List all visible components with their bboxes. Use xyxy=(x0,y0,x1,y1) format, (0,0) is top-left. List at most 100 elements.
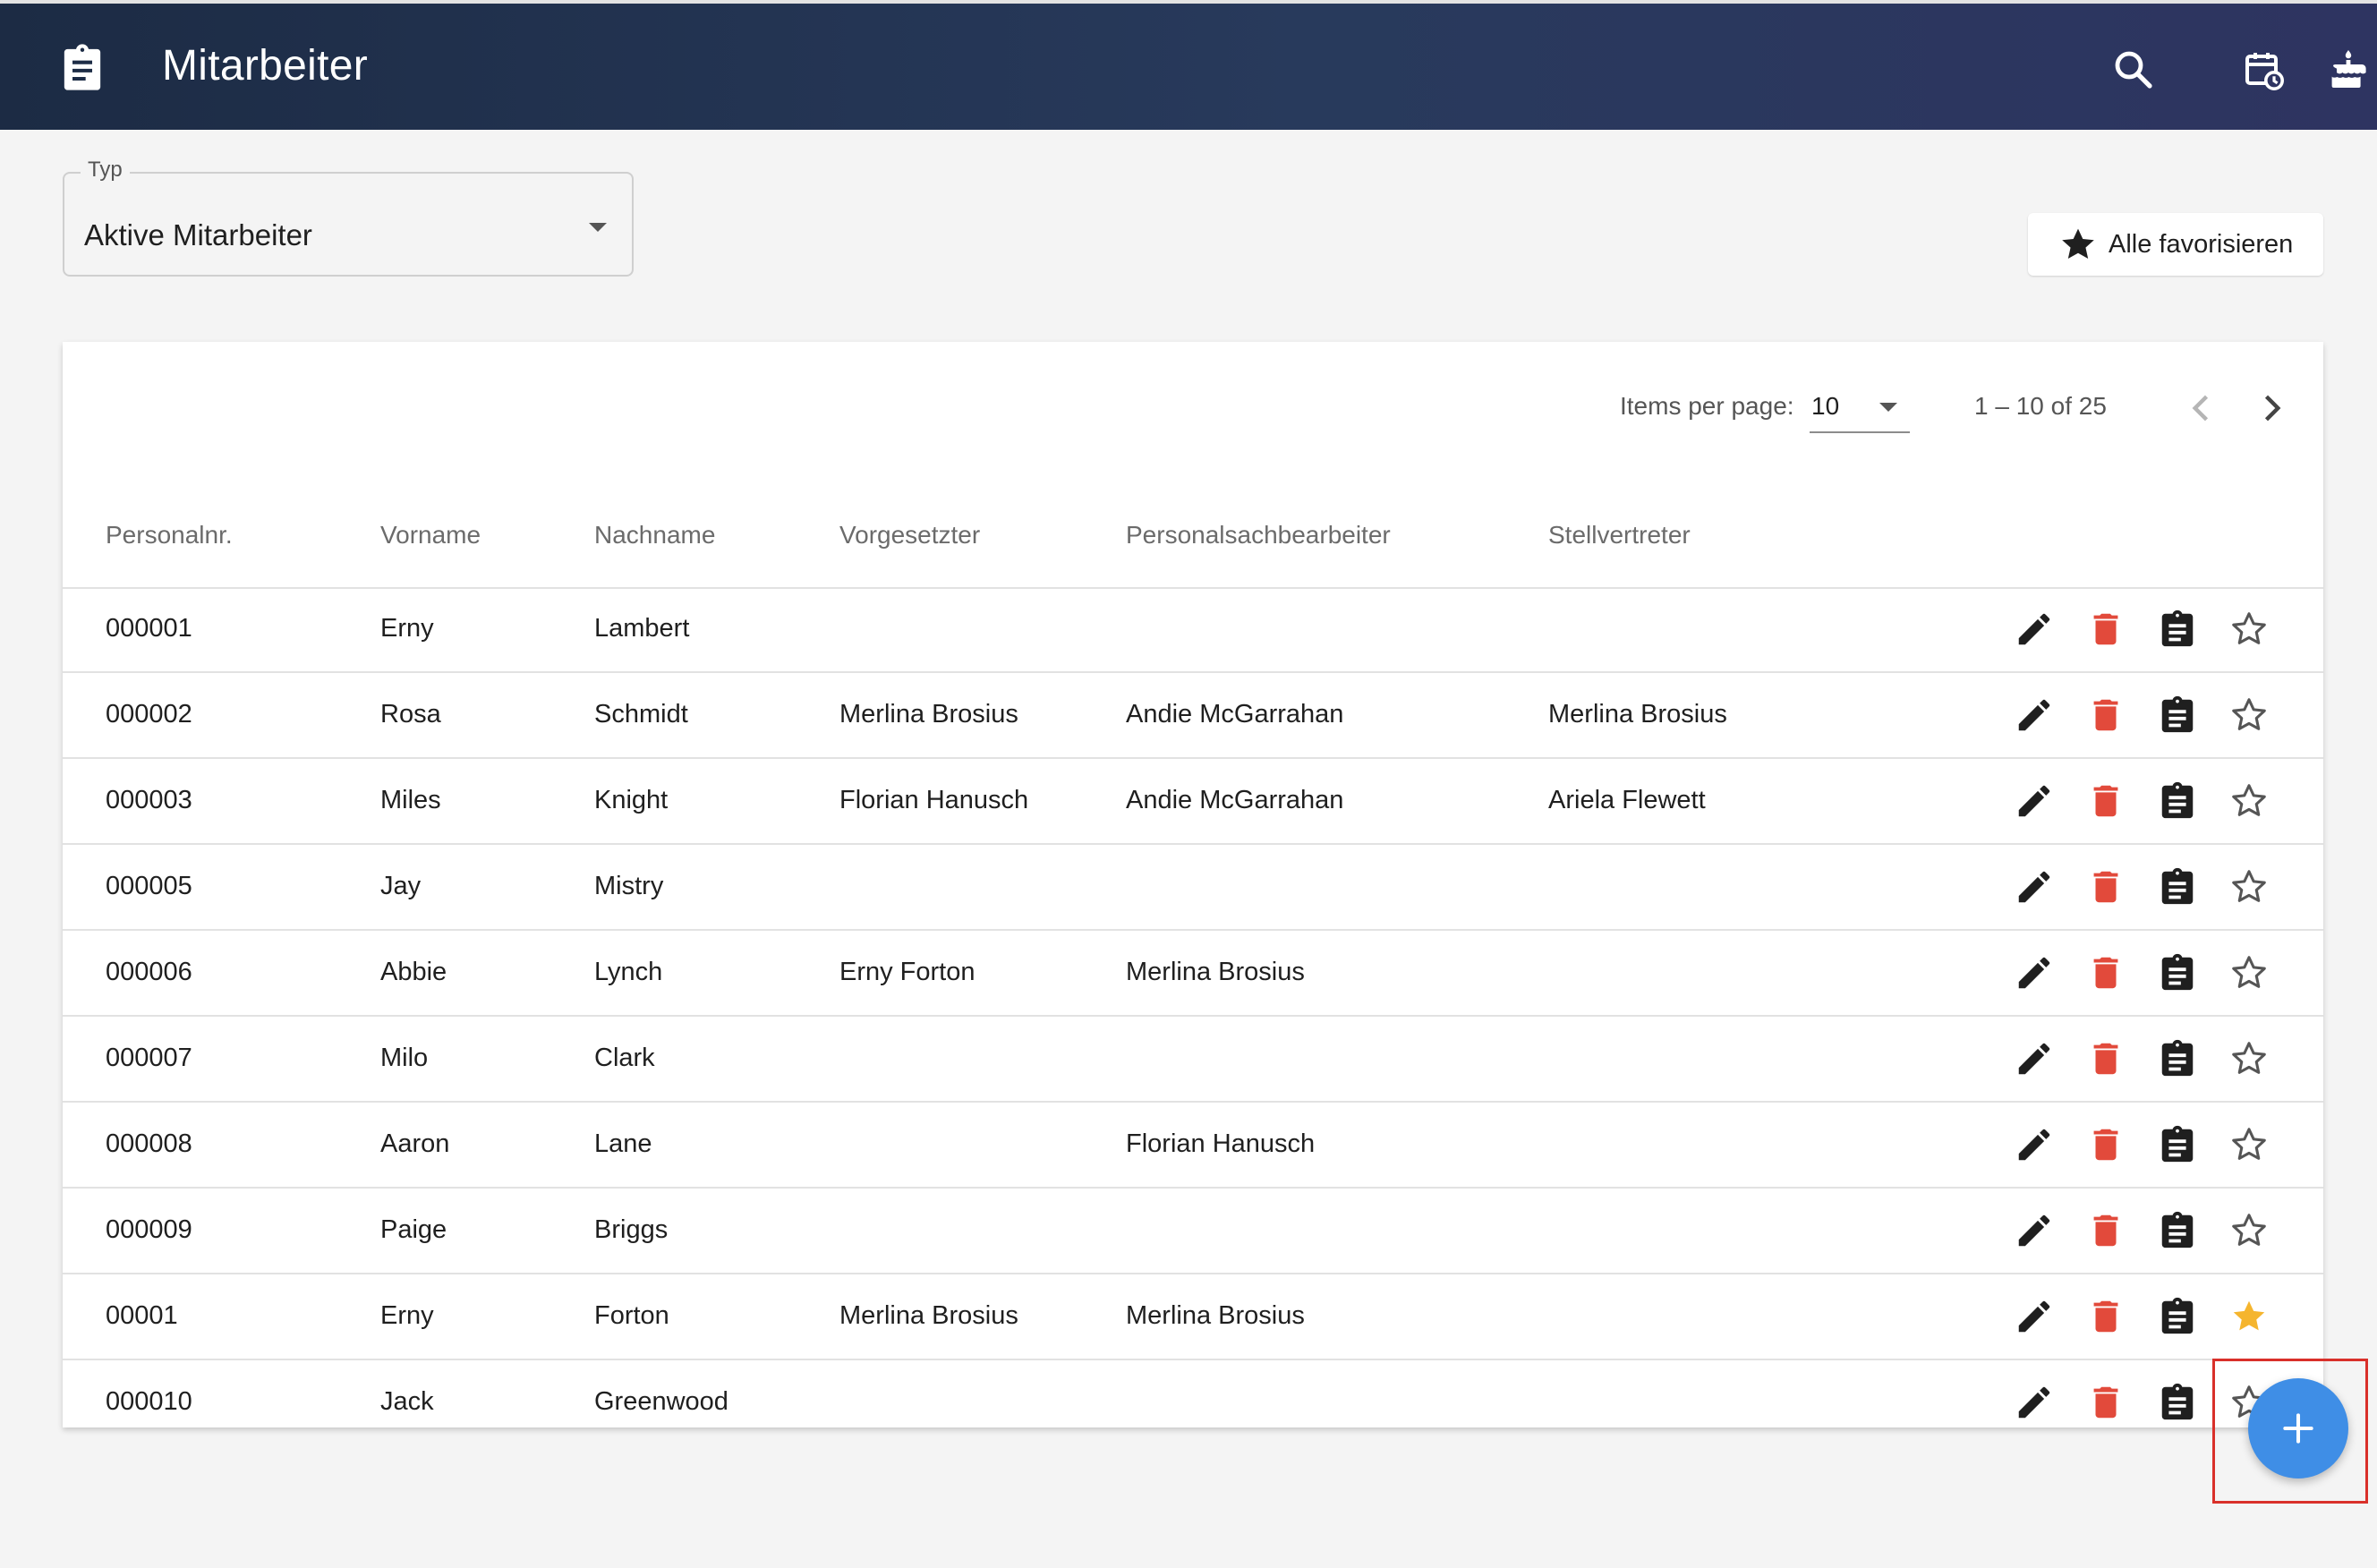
star-outline-icon xyxy=(2232,870,2266,902)
table-row[interactable]: 000002 Rosa Schmidt Merlina Brosius Andie Mc… xyxy=(63,673,2323,759)
edit-icon xyxy=(2018,613,2050,645)
star-outline-icon xyxy=(2232,1042,2266,1074)
edit-icon xyxy=(2018,785,2050,817)
calendar-history-icon xyxy=(2245,53,2284,90)
cell-personalnr: 000003 xyxy=(106,786,192,814)
delete-button[interactable] xyxy=(2085,1210,2126,1251)
cell-nachname: Lambert xyxy=(594,614,690,643)
cake-icon xyxy=(2331,50,2366,88)
edit-button[interactable] xyxy=(2014,952,2055,993)
delete-button[interactable] xyxy=(2085,1296,2126,1337)
edit-button[interactable] xyxy=(2014,1038,2055,1079)
table-row[interactable]: 000001 Erny Lambert xyxy=(63,587,2323,673)
table-row[interactable]: 000005 Jay Mistry xyxy=(63,845,2323,931)
details-button[interactable] xyxy=(2157,1038,2198,1079)
table-row[interactable]: 000006 Abbie Lynch Erny Forton Merlina Brosi… xyxy=(63,931,2323,1017)
favorite-button[interactable] xyxy=(2228,1038,2270,1079)
favorite-button[interactable] xyxy=(2228,1124,2270,1165)
details-button[interactable] xyxy=(2157,1210,2198,1251)
delete-button[interactable] xyxy=(2085,1382,2126,1423)
delete-button[interactable] xyxy=(2085,695,2126,736)
chevron-right-icon xyxy=(2264,395,2281,422)
column-header-personalsachbearbeiter[interactable]: Personalsachbearbeiter xyxy=(1126,521,1391,550)
delete-icon xyxy=(2093,699,2118,731)
details-button[interactable] xyxy=(2157,1382,2198,1423)
delete-icon xyxy=(2093,1214,2118,1247)
details-button[interactable] xyxy=(2157,866,2198,908)
favorite-button[interactable] xyxy=(2228,695,2270,736)
delete-button[interactable] xyxy=(2085,1124,2126,1165)
column-header-nachname[interactable]: Nachname xyxy=(594,521,715,550)
edit-button[interactable] xyxy=(2014,1296,2055,1337)
delete-icon xyxy=(2093,1129,2118,1161)
table-header: Personalnr. Vorname Nachname Vorgesetzte… xyxy=(63,501,2323,589)
delete-icon xyxy=(2093,785,2118,817)
items-per-page-label: Items per page: xyxy=(1620,392,1794,420)
star-outline-icon xyxy=(2232,956,2266,988)
details-button[interactable] xyxy=(2157,1124,2198,1165)
star-outline-icon xyxy=(2232,1214,2266,1246)
details-button[interactable] xyxy=(2157,952,2198,993)
details-button[interactable] xyxy=(2157,609,2198,650)
type-select[interactable]: Typ Aktive Mitarbeiter xyxy=(63,158,634,277)
clipboard-icon xyxy=(2161,609,2194,647)
column-header-stellvertreter[interactable]: Stellvertreter xyxy=(1548,521,1691,550)
clipboard-icon xyxy=(2161,1383,2194,1420)
edit-icon xyxy=(2018,957,2050,989)
add-employee-button[interactable] xyxy=(2248,1378,2348,1479)
next-page-button[interactable] xyxy=(2252,388,2291,428)
favorite-button[interactable] xyxy=(2228,609,2270,650)
favorite-button[interactable] xyxy=(2228,780,2270,822)
delete-button[interactable] xyxy=(2085,866,2126,908)
star-outline-icon xyxy=(2232,612,2266,644)
favorite-all-button[interactable]: Alle favorisieren xyxy=(2028,213,2323,276)
edit-icon xyxy=(2018,1214,2050,1247)
cell-vorname: Rosa xyxy=(380,700,441,729)
column-header-personalnr[interactable]: Personalnr. xyxy=(106,521,233,550)
items-per-page-value: 10 xyxy=(1811,392,1840,420)
cell-nachname: Briggs xyxy=(594,1215,669,1244)
details-button[interactable] xyxy=(2157,780,2198,822)
cell-personalsachbearbeiter: Andie McGarrahan xyxy=(1126,700,1344,729)
favorite-button[interactable] xyxy=(2228,952,2270,993)
table-row[interactable]: 000009 Paige Briggs xyxy=(63,1189,2323,1274)
previous-page-button[interactable] xyxy=(2182,388,2221,428)
edit-button[interactable] xyxy=(2014,866,2055,908)
chevron-down-icon xyxy=(1879,403,1897,412)
favorite-button[interactable] xyxy=(2228,1296,2270,1337)
table-row[interactable]: 00001 Erny Forton Merlina Brosius Merlina Br… xyxy=(63,1274,2323,1360)
items-per-page-select[interactable]: 10 xyxy=(1810,381,1910,433)
cell-personalnr: 000008 xyxy=(106,1129,192,1158)
details-button[interactable] xyxy=(2157,1296,2198,1337)
delete-button[interactable] xyxy=(2085,780,2126,822)
cell-stellvertreter: Merlina Brosius xyxy=(1548,700,1727,729)
cell-vorname: Erny xyxy=(380,614,434,643)
table-row[interactable]: 000008 Aaron Lane Florian Hanusch xyxy=(63,1103,2323,1189)
table-row[interactable]: 000003 Miles Knight Florian Hanusch Andie Mc… xyxy=(63,759,2323,845)
column-header-vorname[interactable]: Vorname xyxy=(380,521,481,550)
page-range-label: 1 – 10 of 25 xyxy=(1974,392,2107,420)
cell-personalnr: 000006 xyxy=(106,958,192,986)
cell-personalnr: 000009 xyxy=(106,1215,192,1244)
edit-button[interactable] xyxy=(2014,609,2055,650)
edit-button[interactable] xyxy=(2014,780,2055,822)
edit-button[interactable] xyxy=(2014,695,2055,736)
edit-button[interactable] xyxy=(2014,1210,2055,1251)
details-button[interactable] xyxy=(2157,695,2198,736)
favorite-button[interactable] xyxy=(2228,866,2270,908)
edit-button[interactable] xyxy=(2014,1124,2055,1165)
delete-button[interactable] xyxy=(2085,609,2126,650)
column-header-vorgesetzter[interactable]: Vorgesetzter xyxy=(839,521,980,550)
calendar-history-button[interactable] xyxy=(2243,48,2286,91)
table-row[interactable]: 000010 Jack Greenwood xyxy=(63,1360,2323,1446)
favorite-button[interactable] xyxy=(2228,1210,2270,1251)
delete-button[interactable] xyxy=(2085,952,2126,993)
edit-button[interactable] xyxy=(2014,1382,2055,1423)
search-button[interactable] xyxy=(2112,48,2155,91)
birthday-button[interactable] xyxy=(2327,48,2370,91)
cell-personalsachbearbeiter: Merlina Brosius xyxy=(1126,958,1305,986)
table-row[interactable]: 000007 Milo Clark xyxy=(63,1017,2323,1103)
delete-button[interactable] xyxy=(2085,1038,2126,1079)
search-icon xyxy=(2115,51,2152,89)
clipboard-icon xyxy=(2161,1125,2194,1163)
